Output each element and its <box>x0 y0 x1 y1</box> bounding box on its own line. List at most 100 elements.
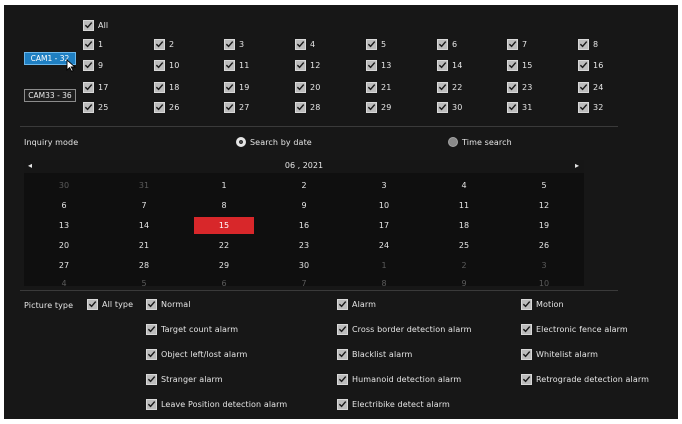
channel-checkbox-31[interactable]: 31 <box>507 100 532 114</box>
picture-type-retrograde-detection-alarm-checkbox[interactable]: Retrograde detection alarm <box>521 372 649 386</box>
calendar-day[interactable]: 4 <box>434 177 494 194</box>
calendar-day[interactable]: 2 <box>274 177 334 194</box>
calendar-day[interactable]: 12 <box>514 197 574 214</box>
channel-checkbox-19[interactable]: 19 <box>224 80 249 94</box>
channel-checkbox-23[interactable]: 23 <box>507 80 532 94</box>
channel-checkbox-1[interactable]: 1 <box>83 37 103 51</box>
channel-checkbox-24[interactable]: 24 <box>578 80 603 94</box>
calendar-day[interactable]: 3 <box>354 177 414 194</box>
channel-checkbox-15[interactable]: 15 <box>507 58 532 72</box>
calendar-day[interactable]: 26 <box>514 237 574 254</box>
channel-checkbox-4[interactable]: 4 <box>295 37 315 51</box>
calendar-day[interactable]: 19 <box>514 217 574 234</box>
calendar-day[interactable]: 16 <box>274 217 334 234</box>
checkbox-checked-icon <box>87 298 98 310</box>
picture-type-motion-checkbox[interactable]: Motion <box>521 297 564 311</box>
calendar-day[interactable]: 29 <box>194 257 254 274</box>
calendar-day[interactable]: 5 <box>514 177 574 194</box>
all-type-label: All type <box>102 299 134 309</box>
picture-type-retrograde-detection-alarm-checkbox-label: Retrograde detection alarm <box>536 374 649 384</box>
channel-checkbox-29[interactable]: 29 <box>366 100 391 114</box>
time-search-radio[interactable]: Time search <box>448 137 512 147</box>
calendar-day[interactable]: 11 <box>434 197 494 214</box>
channel-checkbox-8[interactable]: 8 <box>578 37 598 51</box>
picture-type-blacklist-alarm-checkbox[interactable]: Blacklist alarm <box>337 347 412 361</box>
channel-checkbox-32[interactable]: 32 <box>578 100 603 114</box>
calendar-day[interactable]: 14 <box>114 217 174 234</box>
channel-checkbox-11[interactable]: 11 <box>224 58 249 72</box>
channel-checkbox-3[interactable]: 3 <box>224 37 244 51</box>
channel-checkbox-25[interactable]: 25 <box>83 100 108 114</box>
channel-checkbox-12[interactable]: 12 <box>295 58 320 72</box>
calendar-day[interactable]: 24 <box>354 237 414 254</box>
calendar-day[interactable]: 10 <box>354 197 414 214</box>
calendar-day[interactable]: 17 <box>354 217 414 234</box>
checkbox-checked-icon <box>578 38 589 50</box>
picture-type-electribike-detect-alarm-checkbox[interactable]: Electribike detect alarm <box>337 397 450 411</box>
radio-unselected-icon <box>448 137 458 147</box>
channel-checkbox-20[interactable]: 20 <box>295 80 320 94</box>
channel-checkbox-16[interactable]: 16 <box>578 58 603 72</box>
picture-type-object-left-lost-alarm-checkbox[interactable]: Object left/lost alarm <box>146 347 247 361</box>
channel-checkbox-30[interactable]: 30 <box>437 100 462 114</box>
checkbox-checked-icon <box>366 101 377 113</box>
prev-month-icon[interactable]: ◂ <box>28 161 32 170</box>
calendar-day[interactable]: 21 <box>114 237 174 254</box>
channel-checkbox-14[interactable]: 14 <box>437 58 462 72</box>
calendar-day[interactable]: 7 <box>114 197 174 214</box>
checkbox-checked-icon <box>83 19 94 31</box>
channel-checkbox-9[interactable]: 9 <box>83 58 103 72</box>
channel-checkbox-6[interactable]: 6 <box>437 37 457 51</box>
channel-checkbox-10[interactable]: 10 <box>154 58 179 72</box>
calendar-day[interactable]: 30 <box>274 257 334 274</box>
picture-type-humanoid-detection-alarm-checkbox[interactable]: Humanoid detection alarm <box>337 372 461 386</box>
channel-checkbox-21[interactable]: 21 <box>366 80 391 94</box>
picture-type-leave-position-detection-alarm-checkbox[interactable]: Leave Position detection alarm <box>146 397 287 411</box>
channel-all-checkbox[interactable]: All <box>83 18 108 32</box>
next-month-icon[interactable]: ▸ <box>575 161 579 170</box>
channel-checkbox-21-label: 21 <box>381 82 392 92</box>
calendar-day[interactable]: 20 <box>34 237 94 254</box>
checkbox-checked-icon <box>521 298 532 310</box>
calendar-day[interactable]: 1 <box>194 177 254 194</box>
picture-type-motion-checkbox-label: Motion <box>536 299 564 309</box>
calendar-day[interactable]: 8 <box>194 197 254 214</box>
channel-checkbox-7[interactable]: 7 <box>507 37 527 51</box>
channel-checkbox-17[interactable]: 17 <box>83 80 108 94</box>
calendar-day[interactable]: 22 <box>194 237 254 254</box>
calendar-day[interactable]: 25 <box>434 237 494 254</box>
checkbox-checked-icon <box>337 373 348 385</box>
channel-checkbox-5-label: 5 <box>381 39 387 49</box>
channel-checkbox-28[interactable]: 28 <box>295 100 320 114</box>
calendar-day[interactable]: 6 <box>34 197 94 214</box>
picture-type-leave-position-detection-alarm-checkbox-label: Leave Position detection alarm <box>161 399 288 409</box>
channel-checkbox-13[interactable]: 13 <box>366 58 391 72</box>
calendar-day[interactable]: 9 <box>274 197 334 214</box>
calendar-day[interactable]: 23 <box>274 237 334 254</box>
calendar-day-selected[interactable]: 15 <box>194 217 254 234</box>
channel-checkbox-18[interactable]: 18 <box>154 80 179 94</box>
calendar-day[interactable]: 28 <box>114 257 174 274</box>
all-type-checkbox[interactable]: All type <box>87 297 133 311</box>
calendar-day[interactable]: 13 <box>34 217 94 234</box>
channel-checkbox-23-label: 23 <box>522 82 533 92</box>
channel-checkbox-26[interactable]: 26 <box>154 100 179 114</box>
checkbox-checked-icon <box>578 101 589 113</box>
channel-checkbox-27[interactable]: 27 <box>224 100 249 114</box>
channel-checkbox-5[interactable]: 5 <box>366 37 386 51</box>
calendar-day[interactable]: 27 <box>34 257 94 274</box>
channel-checkbox-2[interactable]: 2 <box>154 37 174 51</box>
picture-type-whitelist-alarm-checkbox[interactable]: Whitelist alarm <box>521 347 598 361</box>
channel-checkbox-22[interactable]: 22 <box>437 80 462 94</box>
picture-type-electronic-fence-alarm-checkbox[interactable]: Electronic fence alarm <box>521 322 628 336</box>
picture-type-cross-border-detection-alarm-checkbox[interactable]: Cross border detection alarm <box>337 322 472 336</box>
picture-type-normal-checkbox[interactable]: Normal <box>146 297 191 311</box>
picture-type-alarm-checkbox[interactable]: Alarm <box>337 297 376 311</box>
search-by-date-radio[interactable]: Search by date <box>236 137 312 147</box>
calendar-day[interactable]: 18 <box>434 217 494 234</box>
checkbox-checked-icon <box>507 38 518 50</box>
picture-type-stranger-alarm-checkbox[interactable]: Stranger alarm <box>146 372 223 386</box>
cam-group-33-36-button[interactable]: CAM33 - 36 <box>24 89 76 102</box>
picture-type-target-count-alarm-checkbox[interactable]: Target count alarm <box>146 322 238 336</box>
channel-checkbox-12-label: 12 <box>310 60 321 70</box>
